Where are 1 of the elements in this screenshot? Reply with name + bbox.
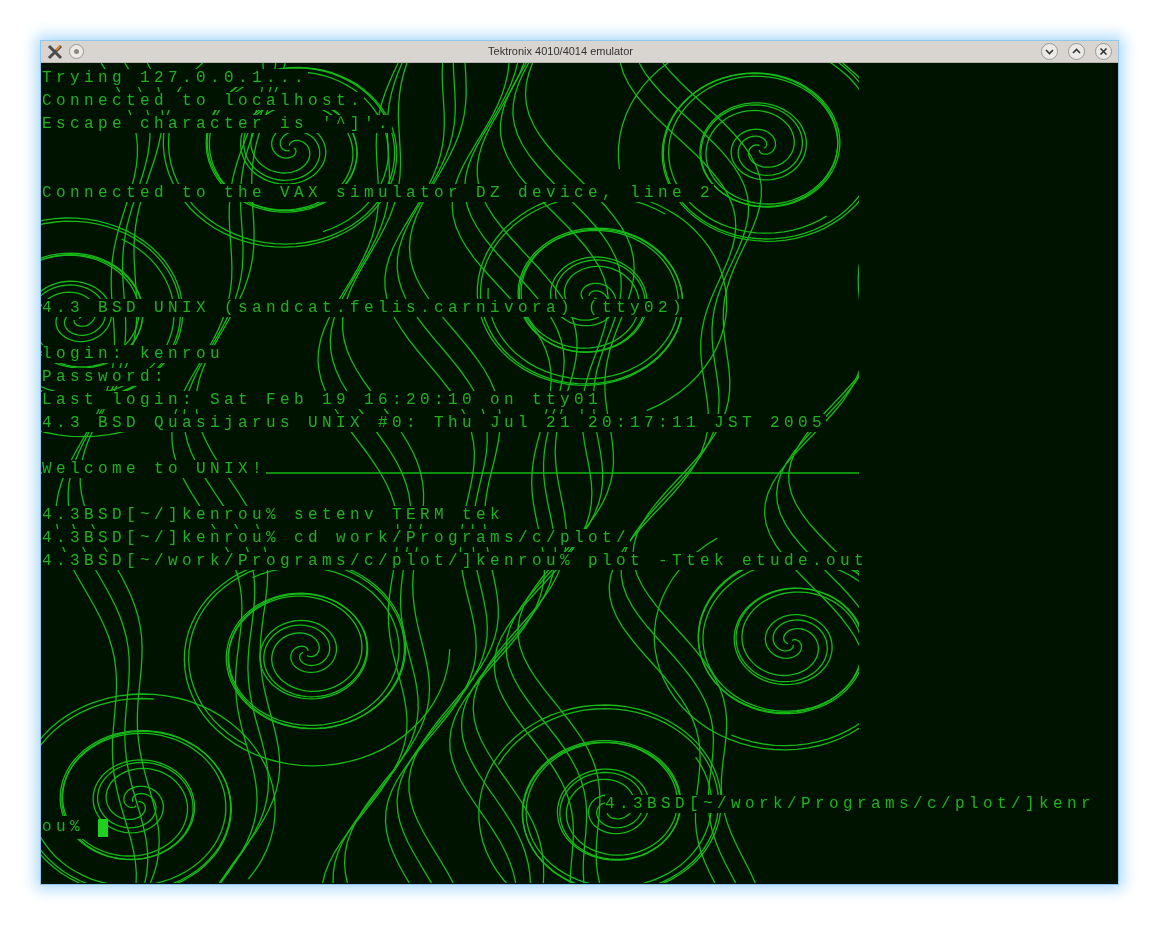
window-title: Tektronix 4010/4014 emulator	[488, 44, 633, 60]
